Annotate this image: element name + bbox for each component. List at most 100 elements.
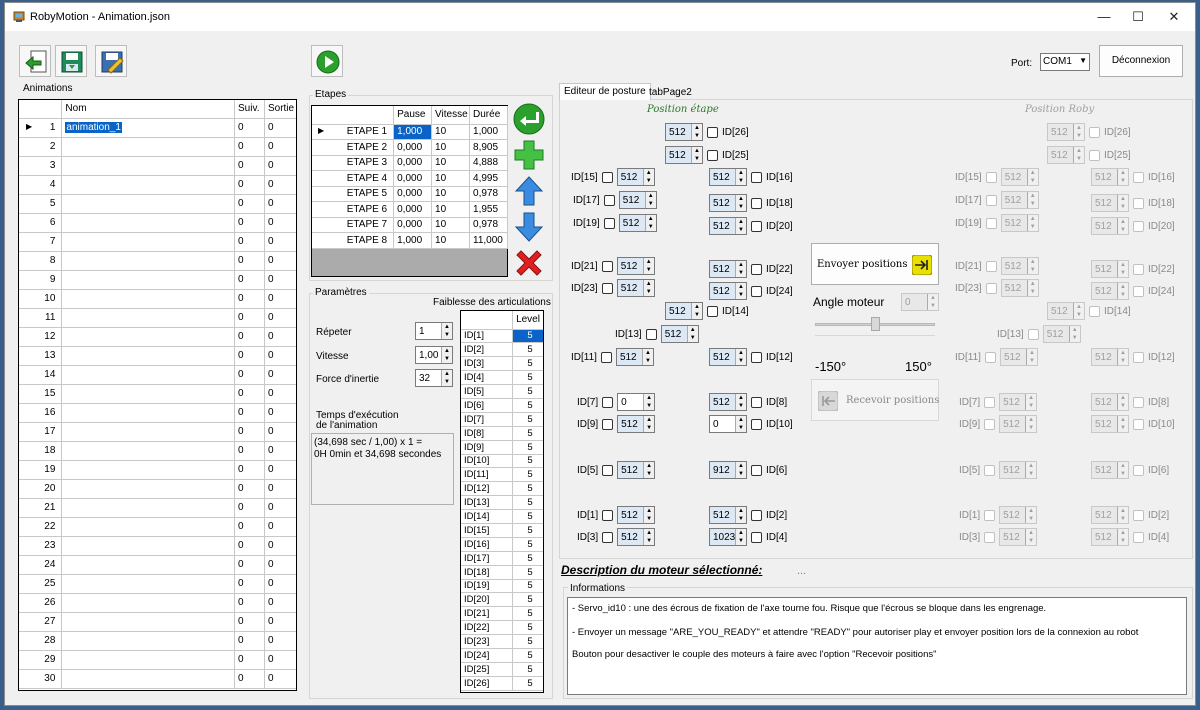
etape-check-id10[interactable]	[751, 418, 762, 430]
cell-level[interactable]: 5	[512, 440, 543, 455]
row-header[interactable]: 28	[19, 631, 63, 651]
cell-sortie[interactable]: 0	[264, 270, 296, 290]
table-row[interactable]: 25 0 0	[19, 574, 296, 594]
row-header[interactable]: 8	[19, 251, 63, 271]
spinner-arrows-icon[interactable]: ▲ ▼	[735, 507, 746, 523]
table-row[interactable]: ID[18] 5	[461, 565, 543, 580]
cell-nom[interactable]	[61, 289, 235, 309]
cell-duree[interactable]: 0,978	[469, 217, 508, 233]
table-row[interactable]: ID[26] 5	[461, 676, 543, 691]
column-header-level[interactable]: Level	[512, 311, 543, 330]
cell-sortie[interactable]: 0	[264, 365, 296, 385]
etape-check-id24[interactable]	[751, 285, 762, 297]
close-button[interactable]: ✕	[1160, 7, 1188, 27]
cell-level[interactable]: 5	[512, 426, 543, 441]
cell-vitesse[interactable]: 10	[431, 124, 471, 140]
cell-suiv[interactable]: 0	[234, 555, 265, 575]
table-row[interactable]: ID[1] 5	[461, 329, 543, 344]
table-row[interactable]: ETAPE 6 0,000 10 1,955	[312, 201, 508, 218]
table-row[interactable]: ID[11] 5	[461, 467, 543, 483]
angle-slider[interactable]	[811, 315, 939, 345]
cell-level[interactable]: 5	[512, 579, 543, 594]
cell-duree[interactable]: 4,995	[469, 170, 508, 187]
row-header[interactable]: ETAPE 6	[312, 201, 395, 218]
row-header[interactable]: ETAPE 7	[312, 217, 395, 233]
etape-value-id15[interactable]: 512 ▲ ▼	[616, 168, 655, 186]
cell-sortie[interactable]: 0	[264, 593, 296, 613]
spinner-arrows-icon[interactable]: ▲ ▼	[735, 394, 746, 410]
cell-level[interactable]: 5	[512, 523, 543, 538]
cell-sortie[interactable]: 0	[264, 156, 296, 176]
row-header[interactable]: 10	[19, 289, 63, 309]
envoyer-positions-button[interactable]: Envoyer positions	[811, 243, 939, 285]
column-header-pause[interactable]: Pause	[393, 106, 433, 125]
cell-duree[interactable]: 8,905	[469, 139, 508, 156]
cell-suiv[interactable]: 0	[234, 536, 265, 556]
etape-value-id8[interactable]: 512 ▲ ▼	[709, 393, 747, 411]
row-header[interactable]: ETAPE 8	[312, 232, 395, 249]
cell-suiv[interactable]: 0	[234, 213, 265, 233]
table-row[interactable]: ETAPE 2 0,000 10 8,905	[312, 139, 508, 156]
cell-suiv[interactable]: 0	[234, 175, 265, 195]
etape-check-id2[interactable]	[751, 509, 762, 521]
cell-pause[interactable]: 0,000	[393, 139, 433, 156]
cell-nom[interactable]	[61, 460, 235, 480]
spinner-arrows-icon[interactable]: ▲ ▼	[644, 215, 656, 231]
etape-value-id5[interactable]: 512 ▲ ▼	[617, 461, 656, 479]
table-row[interactable]: 4 00	[19, 175, 296, 195]
cell-nom[interactable]	[61, 137, 235, 157]
table-row[interactable]: ID[22] 5	[461, 620, 543, 636]
row-header[interactable]: 21	[19, 498, 63, 518]
row-header[interactable]: ▶ 1	[19, 118, 63, 138]
cell-suiv[interactable]: 0	[234, 460, 265, 480]
etape-value-id24[interactable]: 512 ▲ ▼	[709, 282, 747, 300]
cell-suiv[interactable]: 0	[234, 289, 265, 309]
etape-value-id19[interactable]: 512 ▲ ▼	[618, 214, 657, 232]
row-header[interactable]: ETAPE 5	[312, 186, 395, 202]
cell-sortie[interactable]: 0	[264, 118, 296, 138]
etape-value-id9[interactable]: 512 ▲ ▼	[617, 415, 656, 433]
row-header[interactable]: ETAPE 4	[312, 170, 395, 187]
cell-nom[interactable]	[61, 175, 235, 195]
table-row[interactable]: 17 0 0	[19, 422, 296, 442]
cell-suiv[interactable]: 0	[234, 612, 265, 632]
cell-vitesse[interactable]: 10	[431, 155, 471, 171]
cell-nom[interactable]	[61, 365, 235, 385]
etape-value-id25[interactable]: 512 ▲ ▼	[665, 146, 703, 164]
row-header[interactable]: 20	[19, 479, 63, 499]
cell-sortie[interactable]: 0	[264, 327, 296, 347]
table-row[interactable]: ID[17] 5	[461, 551, 543, 566]
cell-vitesse[interactable]: 10	[431, 201, 471, 218]
row-header[interactable]: 24	[19, 555, 63, 575]
table-row[interactable]: 23 0 0	[19, 536, 296, 556]
table-row[interactable]: ID[16] 5	[461, 537, 543, 552]
etape-value-id10[interactable]: 0 ▲ ▼	[709, 415, 747, 433]
etape-check-id22[interactable]	[751, 263, 762, 275]
cell-suiv[interactable]: 0	[234, 118, 265, 138]
cell-level[interactable]: 5	[512, 467, 543, 483]
cell-sortie[interactable]: 0	[264, 308, 296, 328]
table-row[interactable]: 15 0 0	[19, 384, 296, 404]
etape-check-id19[interactable]	[603, 217, 615, 229]
table-row[interactable]: ETAPE 3 0,000 10 4,888	[312, 155, 508, 171]
row-header[interactable]: 18	[19, 441, 63, 461]
row-header[interactable]: 25	[19, 574, 63, 594]
etape-value-id21[interactable]: 512 ▲ ▼	[616, 257, 655, 275]
cell-level[interactable]: 5	[512, 412, 543, 427]
cell-nom[interactable]	[61, 251, 235, 271]
cell-sortie[interactable]: 0	[264, 479, 296, 499]
cell-nom[interactable]	[61, 574, 235, 594]
cell-level[interactable]: 5	[512, 481, 543, 497]
row-header[interactable]: 19	[19, 460, 63, 480]
column-header-duree[interactable]: Durée	[469, 106, 508, 125]
table-row[interactable]: ID[13] 5	[461, 495, 543, 511]
table-row[interactable]: 5 00	[19, 194, 296, 214]
column-header-vitesse[interactable]: Vitesse	[431, 106, 471, 125]
cell-suiv[interactable]: 0	[234, 346, 265, 366]
cell-suiv[interactable]: 0	[234, 574, 265, 594]
table-row[interactable]: ID[25] 5	[461, 662, 543, 677]
table-row[interactable]: ETAPE 8 1,000 10 11,000	[312, 232, 508, 249]
animations-grid[interactable]: Nom Suiv. Sortie ▶ 1 animation_1 0 0 2 0 0 3 0 0 4 0…	[18, 99, 297, 691]
table-row[interactable]: 18 0 0	[19, 441, 296, 461]
etape-value-id1[interactable]: 512 ▲ ▼	[617, 506, 656, 524]
